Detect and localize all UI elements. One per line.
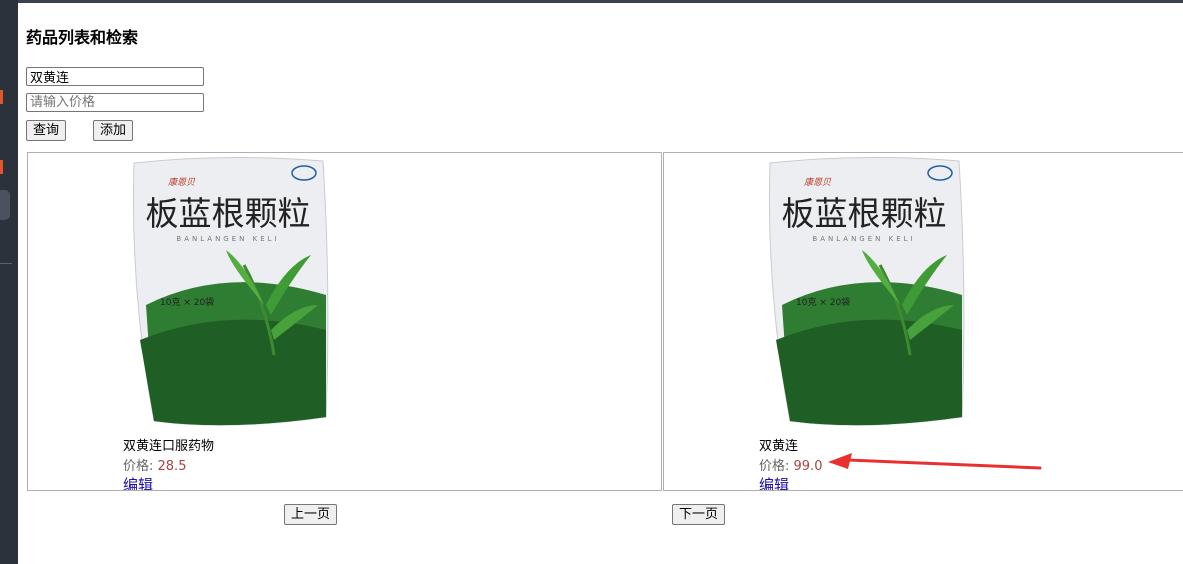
sidebar-divider [0,263,12,264]
svg-text:康恩贝: 康恩贝 [168,177,196,188]
svg-text:BANLANGEN KELI: BANLANGEN KELI [176,235,279,243]
add-button[interactable]: 添加 [93,120,134,141]
top-bar [0,0,1183,3]
product-price: 价格: 99.0 [759,459,823,474]
price-value: 28.5 [157,459,187,474]
svg-text:10克 × 20袋: 10克 × 20袋 [160,296,214,308]
price-search-input[interactable] [26,93,204,112]
svg-text:板蓝根颗粒: 板蓝根颗粒 [146,194,311,233]
product-card: 康恩贝 板蓝根颗粒 BANLANGEN KELI 10克 × 20袋 双黄连口服… [27,152,662,491]
product-image: 康恩贝 板蓝根颗粒 BANLANGEN KELI 10克 × 20袋 [132,156,329,426]
svg-text:10克 × 20袋: 10克 × 20袋 [796,296,850,308]
page-title: 药品列表和检索 [26,28,139,47]
svg-text:康恩贝: 康恩贝 [804,177,832,188]
next-page-button[interactable]: 下一页 [672,504,726,525]
price-value: 99.0 [793,459,823,474]
prev-page-button[interactable]: 上一页 [284,504,338,525]
svg-text:BANLANGEN KELI: BANLANGEN KELI [812,235,915,243]
product-card: 康恩贝 板蓝根颗粒 BANLANGEN KELI 10克 × 20袋 双黄连 价… [663,152,1183,491]
product-image: 康恩贝 板蓝根颗粒 BANLANGEN KELI 10克 × 20袋 [768,156,965,426]
sidebar-active-tab[interactable] [0,190,10,220]
product-name: 双黄连口服药物 [123,439,215,454]
query-button[interactable]: 查询 [26,120,67,141]
left-sidebar [0,0,18,564]
edit-link[interactable]: 编辑 [759,474,789,490]
annotation-arrow [828,453,1042,470]
svg-text:板蓝根颗粒: 板蓝根颗粒 [782,194,947,233]
sidebar-marker [0,90,3,104]
edit-link[interactable]: 编辑 [123,474,153,490]
product-price: 价格: 28.5 [123,459,187,474]
name-search-input[interactable] [26,67,204,86]
product-name: 双黄连 [759,439,799,454]
sidebar-marker [0,160,3,174]
